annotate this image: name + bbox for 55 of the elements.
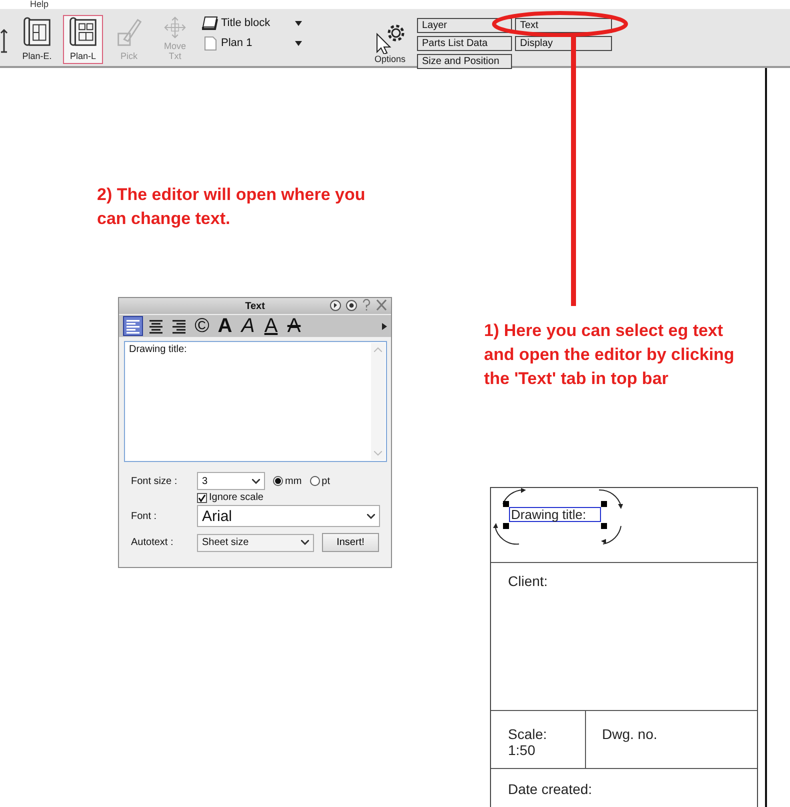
- annotation-text: 1) Here you can select eg text and open the editor by clicking the 'Text' tab in top bar: [484, 320, 736, 390]
- format-button[interactable]: [123, 316, 143, 336]
- selected-title-text[interactable]: Drawing title:: [509, 507, 601, 522]
- layer-dropdown[interactable]: Title block: [202, 15, 302, 31]
- record-icon[interactable]: [346, 300, 357, 310]
- toolbar-tab[interactable]: Text: [515, 18, 612, 33]
- client-label: Client:: [508, 573, 548, 589]
- help-icon[interactable]: [362, 299, 371, 311]
- toolbar-tab[interactable]: Display: [515, 36, 612, 51]
- field-label: Font :: [131, 510, 158, 522]
- scale-label: Scale:: [508, 726, 548, 742]
- dropdown-arrow-icon: [295, 20, 302, 26]
- scale-value: 1:50: [508, 742, 536, 758]
- chevron-down-icon: [252, 478, 260, 484]
- insert-button[interactable]: Insert!: [322, 533, 379, 552]
- unit-radio[interactable]: pt: [310, 476, 330, 486]
- chevron-down-icon: [301, 540, 309, 545]
- align-right-icon: [172, 318, 186, 334]
- field-label: Font size :: [131, 476, 178, 486]
- toolbar-tab[interactable]: Layer: [417, 18, 512, 33]
- options-button[interactable]: Options: [370, 15, 410, 66]
- layers-icon: [202, 15, 218, 31]
- format-button[interactable]: A: [238, 316, 258, 336]
- drawing-number-label: Dwg. no.: [602, 726, 658, 742]
- layer-dropdown[interactable]: Plan 1: [202, 35, 302, 51]
- blueprint-icon: [68, 16, 98, 49]
- menu-item[interactable]: Help: [30, 0, 49, 9]
- toolbar-tab[interactable]: Size and Position: [417, 54, 512, 69]
- field-label: Autotext :: [131, 537, 174, 548]
- dropdown-arrow-icon: [295, 40, 302, 46]
- page-icon: [202, 35, 218, 51]
- chevron-down-icon: [367, 514, 375, 518]
- toolbar-button[interactable]: Plan-L: [63, 15, 103, 64]
- ignore-scale-checkbox[interactable]: Ignore scale: [197, 492, 391, 503]
- format-button[interactable]: A: [261, 316, 281, 336]
- more-arrow-icon[interactable]: [382, 322, 387, 330]
- text-content: Drawing title:: [129, 344, 187, 355]
- format-button[interactable]: A: [215, 316, 235, 336]
- align-center-icon: [149, 318, 163, 334]
- toolbar-button[interactable]: Plan-E.: [17, 15, 57, 64]
- format-button[interactable]: A: [284, 316, 304, 336]
- annotation-text: 2) The editor will open where you can change text.: [97, 184, 366, 230]
- format-button[interactable]: ©: [192, 316, 212, 336]
- toolbar-tab[interactable]: Parts List Data: [417, 36, 512, 51]
- gear-cursor-icon: [374, 24, 406, 54]
- dialog-title: Text: [245, 300, 265, 312]
- date-created-label: Date created:: [508, 781, 592, 797]
- font-dropdown[interactable]: Arial: [197, 505, 380, 527]
- blueprint-icon: [22, 16, 52, 49]
- font-size-dropdown[interactable]: 3: [197, 472, 265, 490]
- align-left-icon: [126, 318, 140, 334]
- unit-radio[interactable]: mm: [273, 476, 302, 486]
- close-icon[interactable]: [376, 299, 387, 311]
- checkmark-icon: [198, 494, 206, 502]
- autotext-dropdown[interactable]: Sheet size: [197, 534, 314, 552]
